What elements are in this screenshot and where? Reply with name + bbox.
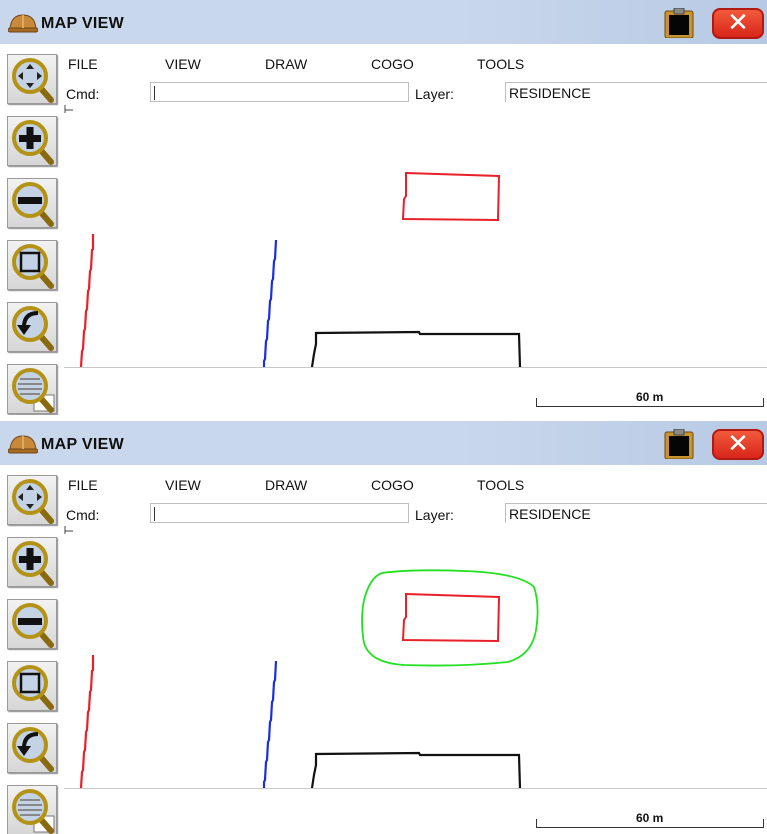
residence-outline [401,171,501,222]
zoom-in-button[interactable] [7,116,57,166]
menu-file[interactable]: FILE [68,477,98,493]
map-canvas[interactable] [64,525,767,788]
map-drawing [79,569,539,788]
zoom-out-button[interactable] [7,178,57,228]
layer-select[interactable]: RESIDENCE [505,82,767,102]
command-row: Cmd: Layer: RESIDENCE [64,495,767,525]
menu-cogo[interactable]: COGO [371,56,414,72]
close-icon[interactable]: ✕ [712,8,764,39]
cmd-input[interactable] [150,82,409,102]
buffer-outline [361,569,539,667]
menu-tools[interactable]: TOOLS [477,56,524,72]
hard-hat-icon [8,14,38,33]
status-bar: 60 m [64,367,767,415]
origin-marker-icon [64,526,73,534]
zoom-pan-icon [12,58,54,103]
layer-select[interactable]: RESIDENCE [505,503,767,523]
zoom-previous-icon [12,727,54,772]
window-title: MAP VIEW [41,15,125,32]
zoom-pan-icon [12,479,54,524]
menu-view[interactable]: VIEW [165,477,201,493]
zoom-previous-button[interactable] [7,723,57,773]
zoom-out-button[interactable] [7,599,57,649]
black-polyline [310,751,522,788]
menu-cogo[interactable]: COGO [371,477,414,493]
title-bar: MAP VIEW ✕ [0,0,767,44]
menu-draw[interactable]: DRAW [265,56,307,72]
red-polyline [79,655,95,788]
blue-polyline [262,660,278,788]
blue-polyline [262,239,278,367]
zoom-previous-button[interactable] [7,302,57,352]
zoom-in-icon [12,541,54,586]
window-title: MAP VIEW [41,436,125,453]
status-bar: 60 m [64,788,767,834]
map-view-window-2: MAP VIEW ✕ FILE VIEW DRAW COGO TOOLS Cmd… [0,421,767,834]
text-caret [154,86,155,100]
zoom-toolbar [0,465,64,834]
close-icon[interactable]: ✕ [712,429,764,460]
scale-label: 60 m [636,390,664,404]
menu-bar: FILE VIEW DRAW COGO TOOLS [64,44,767,74]
menu-view[interactable]: VIEW [165,56,201,72]
cmd-label: Cmd: [66,86,100,102]
zoom-pan-button[interactable] [7,475,57,525]
zoom-list-icon [12,368,55,413]
menu-file[interactable]: FILE [68,56,98,72]
zoom-out-icon [12,603,54,648]
black-polyline [310,330,522,367]
cmd-label: Cmd: [66,507,100,523]
layer-label: Layer: [415,507,454,523]
scale-label: 60 m [636,811,664,825]
menu-draw[interactable]: DRAW [265,477,307,493]
command-row: Cmd: Layer: RESIDENCE [64,74,767,104]
zoom-pan-button[interactable] [7,54,57,104]
zoom-window-button[interactable] [7,240,57,290]
zoom-list-icon [12,789,55,834]
residence-outline [401,592,501,643]
cmd-input[interactable] [150,503,409,523]
zoom-toolbar [0,44,64,415]
zoom-out-icon [12,182,54,227]
map-canvas[interactable] [64,104,767,367]
map-view-window-1: MAP VIEW ✕ FILE VIEW DRAW COGO TOOLS Cmd… [0,0,767,415]
layer-label: Layer: [415,86,454,102]
zoom-in-icon [12,120,54,165]
zoom-list-button[interactable] [7,364,57,414]
zoom-window-icon [12,244,54,289]
menu-bar: FILE VIEW DRAW COGO TOOLS [64,465,767,495]
zoom-in-button[interactable] [7,537,57,587]
zoom-list-button[interactable] [7,785,57,834]
origin-marker-icon [64,105,73,113]
map-drawing [79,171,522,367]
zoom-window-icon [12,665,54,710]
red-polyline [79,234,95,367]
clipboard-icon[interactable] [664,8,694,38]
zoom-previous-icon [12,306,54,351]
menu-tools[interactable]: TOOLS [477,477,524,493]
clipboard-icon[interactable] [664,429,694,459]
title-bar: MAP VIEW ✕ [0,421,767,465]
zoom-window-button[interactable] [7,661,57,711]
hard-hat-icon [8,435,38,454]
text-caret [154,507,155,521]
